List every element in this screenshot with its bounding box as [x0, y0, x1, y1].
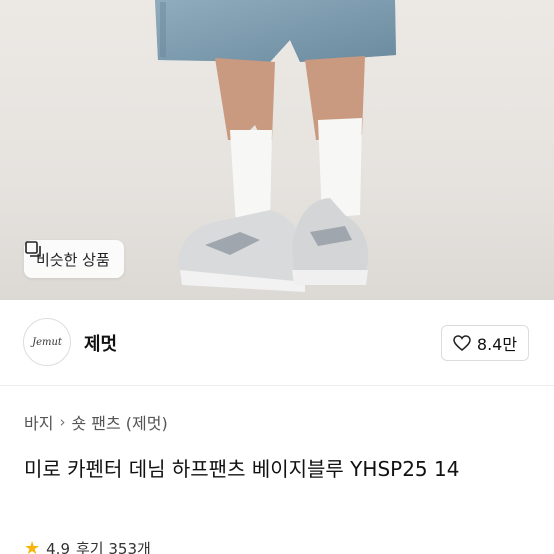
- breadcrumb-category[interactable]: 바지: [24, 410, 53, 434]
- product-photo[interactable]: 비슷한 상품: [0, 0, 554, 300]
- like-button[interactable]: 8.4만: [441, 325, 529, 361]
- breadcrumb-subcategory[interactable]: 숏 팬츠 (제멋): [71, 410, 167, 434]
- review-count: 후기 353개: [76, 540, 151, 554]
- shop-logo-text: Jemut: [32, 336, 62, 348]
- star-icon: ★: [24, 538, 41, 554]
- shop-logo[interactable]: Jemut: [23, 318, 71, 366]
- rating-value: 4.9: [46, 539, 70, 554]
- similar-products-label: 비슷한 상품: [36, 250, 110, 269]
- similar-items-icon: [25, 241, 41, 257]
- rating-row[interactable]: ★ 4.9 후기 353개: [24, 538, 151, 554]
- shop-name[interactable]: 제멋: [84, 330, 117, 356]
- heart-icon: [453, 335, 471, 351]
- breadcrumb: 바지 › 숏 팬츠 (제멋): [24, 410, 168, 434]
- similar-products-button[interactable]: 비슷한 상품: [24, 240, 124, 278]
- like-count: 8.4만: [476, 335, 518, 354]
- chevron-right-icon: ›: [59, 413, 66, 431]
- product-title: 미로 카펜터 데님 하프팬츠 베이지블루 YHSP25 14: [24, 457, 460, 481]
